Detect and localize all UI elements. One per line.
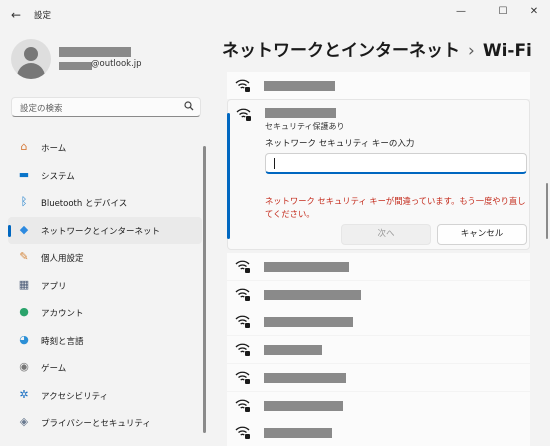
search-input[interactable]: 設定の検索 [11,97,201,117]
wifi-network-row[interactable] [227,253,530,280]
app-title: 設定 [34,11,52,21]
wifi-network-row[interactable] [227,363,530,391]
sidebar-item[interactable]: ◆ ネットワークとインターネット [8,216,202,244]
selection-indicator [227,113,230,239]
wifi-name-redacted [264,400,343,411]
apps-icon: ▦ [18,277,30,291]
sidebar-item[interactable]: ▬ システム [8,162,202,190]
wifi-name-redacted [264,262,349,272]
sidebar-item-label: ゲーム [41,364,67,374]
breadcrumb-section[interactable]: ネットワークとインターネット [222,41,460,61]
wifi-secured-icon [235,399,250,412]
shield-icon: ◈ [19,415,29,428]
next-button[interactable]: 次へ [341,224,431,245]
security-key-input[interactable] [265,153,527,174]
minimize-button[interactable]: — [450,4,472,20]
monitor-icon: ▬ [18,167,30,181]
wifi-secured-icon [235,288,250,301]
account-icon: ● [19,305,29,318]
wifi-network-expanded: セキュリティ保護あり ネットワーク セキュリティ キーの入力 ネットワーク セキ… [227,99,530,250]
avatar[interactable] [11,39,51,79]
sidebar-item[interactable]: ⌂ ホーム [8,134,202,162]
wifi-name-redacted [264,289,361,300]
sidebar-item[interactable]: ◉ ゲーム [8,354,202,382]
sidebar-item[interactable]: ◕ 時刻と言語 [8,327,202,355]
sidebar-item-label: アプリ [41,281,67,292]
user-name-redacted [59,47,131,57]
wifi-network-row[interactable] [227,308,530,336]
wifi-name-redacted [264,372,346,383]
gamepad-icon: ◉ [19,360,29,373]
sidebar-item-label: 個人用設定 [41,254,84,264]
accessibility-icon: ✲ [19,387,29,401]
search-icon[interactable] [184,101,194,114]
wifi-secured-icon [236,108,251,121]
text-caret [274,158,275,169]
user-email-redacted [59,62,92,70]
wifi-secured-icon [235,371,250,384]
breadcrumb-separator: › [468,41,475,61]
brush-icon: ✎ [19,250,29,263]
wifi-icon: ◆ [19,222,29,236]
main-scrollbar[interactable] [546,183,548,239]
wifi-name-redacted [264,317,353,328]
sidebar-item[interactable]: ✎ 個人用設定 [8,244,202,272]
sidebar-item[interactable]: ▦ アプリ [8,272,202,300]
sidebar-item-label: ホーム [41,144,67,154]
wifi-secured-icon [235,260,250,273]
search-placeholder: 設定の検索 [20,104,63,114]
user-email-suffix: @outlook.jp [91,59,142,69]
wifi-network-row[interactable] [227,72,530,99]
wifi-secured-icon [235,343,250,357]
wifi-network-row[interactable] [227,391,530,419]
sidebar-item[interactable]: ◈ プライバシーとセキュリティ [8,409,202,437]
wifi-name-redacted [265,108,336,118]
selection-indicator [8,224,11,237]
maximize-button[interactable]: ☐ [492,4,514,20]
key-label: ネットワーク セキュリティ キーの入力 [265,139,415,149]
sidebar-item-label: プライバシーとセキュリティ [41,419,151,429]
close-button[interactable]: ✕ [523,4,545,20]
wifi-name-redacted [264,345,322,356]
cancel-button[interactable]: キャンセル [437,224,527,245]
sidebar-item-label: 時刻と言語 [41,336,84,347]
sidebar-item[interactable]: ● アカウント [8,299,202,327]
breadcrumb: ネットワークとインターネット › Wi-Fi [222,36,532,61]
wifi-name-redacted [264,81,335,91]
wifi-name-redacted [264,428,332,439]
security-type: セキュリティ保護あり [265,122,345,131]
sidebar-item-label: アクセシビリティ [41,391,109,402]
sidebar-item-label: アカウント [41,309,84,319]
sidebar-item-label: ネットワークとインターネット [41,226,161,237]
sidebar-nav: ⌂ ホーム ▬ システム ᛒ Bluetooth とデバイス ◆ ネットワークとインターネット… [8,134,202,437]
error-message: ネットワーク セキュリティ キーが間違っています。もう一度やり直してください。 [265,196,526,219]
sidebar-item-label: システム [41,171,75,182]
globe-clock-icon: ◕ [19,332,29,346]
home-icon: ⌂ [20,140,28,153]
bluetooth-icon: ᛒ [20,195,28,208]
sidebar-item-label: Bluetooth とデバイス [41,199,128,209]
wifi-secured-icon [235,315,250,329]
avatar-head [24,47,38,61]
wifi-network-row[interactable] [227,336,530,364]
title-bar: ← 設定 — ☐ ✕ [0,0,550,30]
avatar-body [17,63,45,79]
wifi-secured-icon [235,79,250,92]
sidebar-item[interactable]: ✲ アクセシビリティ [8,382,202,410]
sidebar-item[interactable]: ᛒ Bluetooth とデバイス [8,189,202,217]
sidebar-scrollbar[interactable] [203,146,206,433]
wifi-network-row[interactable] [227,280,530,308]
wifi-secured-icon [235,426,250,440]
back-button[interactable]: ← [6,6,26,24]
page-title: Wi-Fi [482,41,532,61]
